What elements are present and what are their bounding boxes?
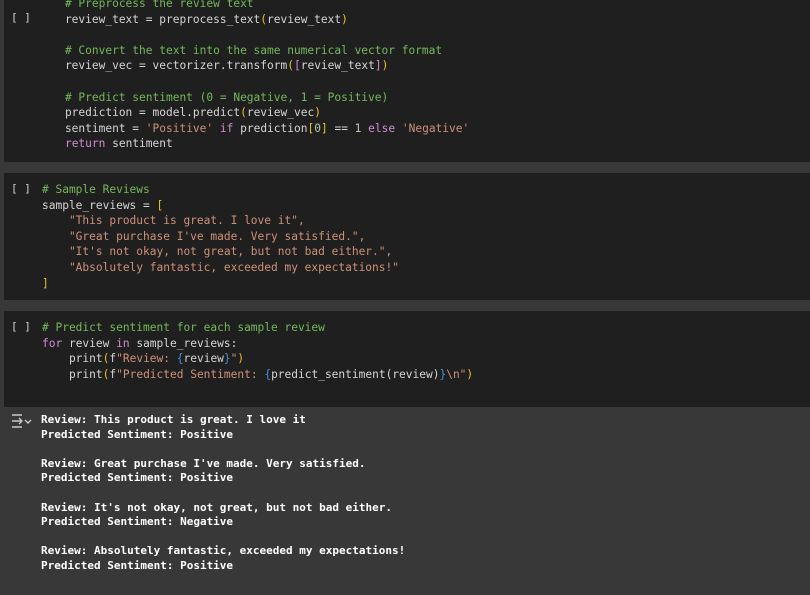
output-line: Predicted Sentiment: Positive [41,427,234,441]
code-line: sample_reviews = [ [42,198,164,212]
output-line: Review: Absolutely fantastic, exceeded m… [41,544,406,558]
code-line: "Great purchase I've made. Very satisfie… [42,229,366,243]
code-cell-1[interactable]: [ ] # Preprocess the review text review_… [4,0,810,162]
code-line: ] [42,276,49,290]
code-line: print(f"Review: {review}") [42,352,245,366]
code-cell-3[interactable]: [ ] # Predict sentiment for each sample … [4,311,810,407]
code-line: # Sample Reviews [42,183,150,196]
code-editor[interactable]: # Predict sentiment for each sample revi… [42,320,473,382]
code-editor[interactable]: # Sample Reviews sample_reviews = [ "Thi… [42,182,399,291]
code-line: for review in sample_reviews: [42,336,238,350]
code-line: review_vec = vectorizer.transform([revie… [38,59,389,73]
code-line: print(f"Predicted Sentiment: {predict_se… [42,367,474,381]
code-editor[interactable]: # Preprocess the review text review_text… [38,0,469,152]
code-line: prediction = model.predict(review_vec) [38,106,321,120]
output-line: Review: This product is great. I love it [41,413,306,426]
output-text: Review: This product is great. I love it… [41,413,405,574]
code-line: # Predict sentiment for each sample revi… [42,321,325,334]
code-line: # Predict sentiment (0 = Negative, 1 = P… [38,90,389,104]
code-line: "It's not okay, not great, but not bad e… [42,245,393,259]
code-line: # Convert the text into the same numeric… [38,43,443,57]
code-line: sentiment = 'Positive' if prediction[0] … [38,121,470,135]
run-cell-button[interactable]: [ ] [11,320,31,333]
output-toggle-icon[interactable] [10,413,32,429]
code-line: return sentiment [64,137,173,151]
output-line: Predicted Sentiment: Positive [41,471,234,485]
run-cell-button[interactable]: [ ] [11,11,31,24]
output-line: Predicted Sentiment: Positive [41,558,234,572]
output-line: Review: Great purchase I've made. Very s… [41,456,366,470]
code-line: "This product is great. I love it", [42,214,305,228]
code-line: review_text = preprocess_text(review_tex… [38,12,348,26]
output-line: Review: It's not okay, not great, but no… [41,500,392,514]
code-line: # Preprocess the review text [38,0,254,10]
code-cell-2[interactable]: [ ] # Sample Reviews sample_reviews = [ … [4,173,810,300]
output-line: Predicted Sentiment: Negative [41,515,234,529]
run-cell-button[interactable]: [ ] [11,182,31,195]
code-line: "Absolutely fantastic, exceeded my expec… [42,260,399,274]
